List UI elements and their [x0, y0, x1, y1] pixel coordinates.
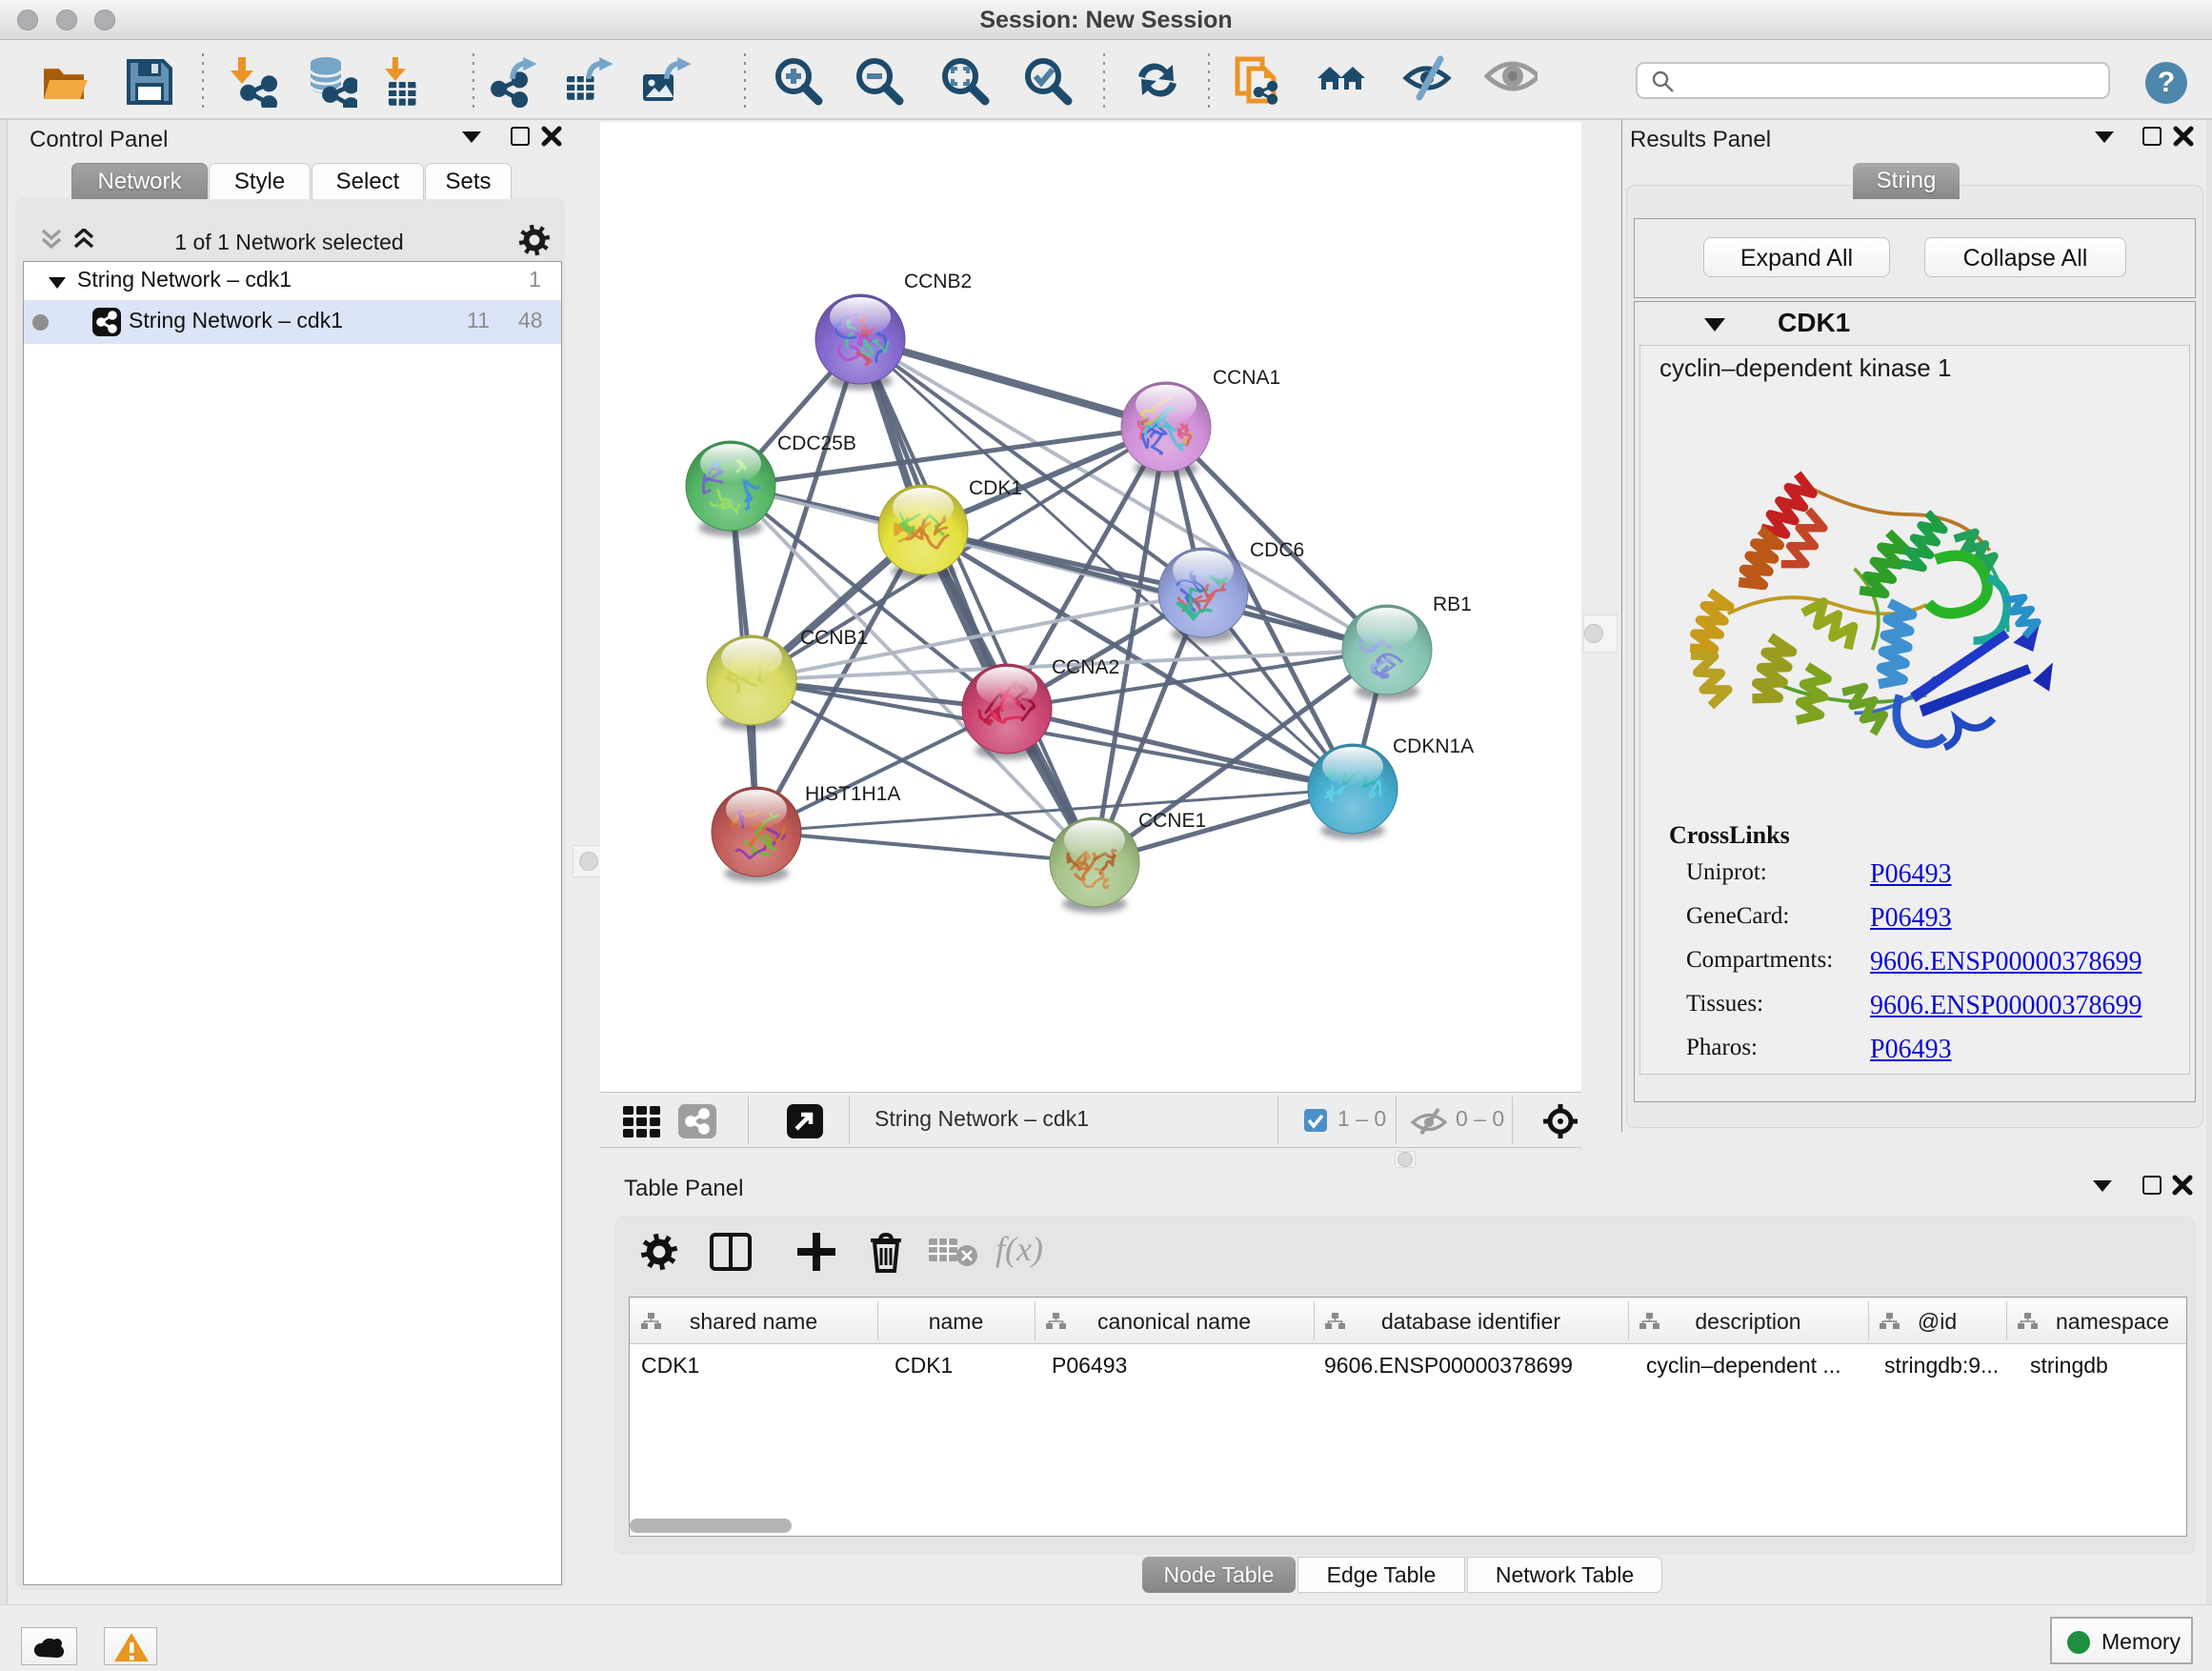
svg-text:HIST1H1A: HIST1H1A — [805, 783, 900, 805]
svg-text:CCNB2: CCNB2 — [904, 271, 972, 292]
svg-text:CCNB1: CCNB1 — [800, 627, 868, 649]
svg-text:CCNA1: CCNA1 — [1213, 367, 1280, 389]
svg-text:RB1: RB1 — [1433, 594, 1472, 615]
svg-text:CDC6: CDC6 — [1250, 539, 1304, 561]
svg-text:CDKN1A: CDKN1A — [1393, 735, 1474, 757]
svg-text:CCNE1: CCNE1 — [1138, 810, 1206, 832]
svg-text:CDK1: CDK1 — [969, 477, 1022, 499]
svg-text:CDC25B: CDC25B — [777, 433, 856, 454]
svg-text:CCNA2: CCNA2 — [1052, 656, 1119, 678]
